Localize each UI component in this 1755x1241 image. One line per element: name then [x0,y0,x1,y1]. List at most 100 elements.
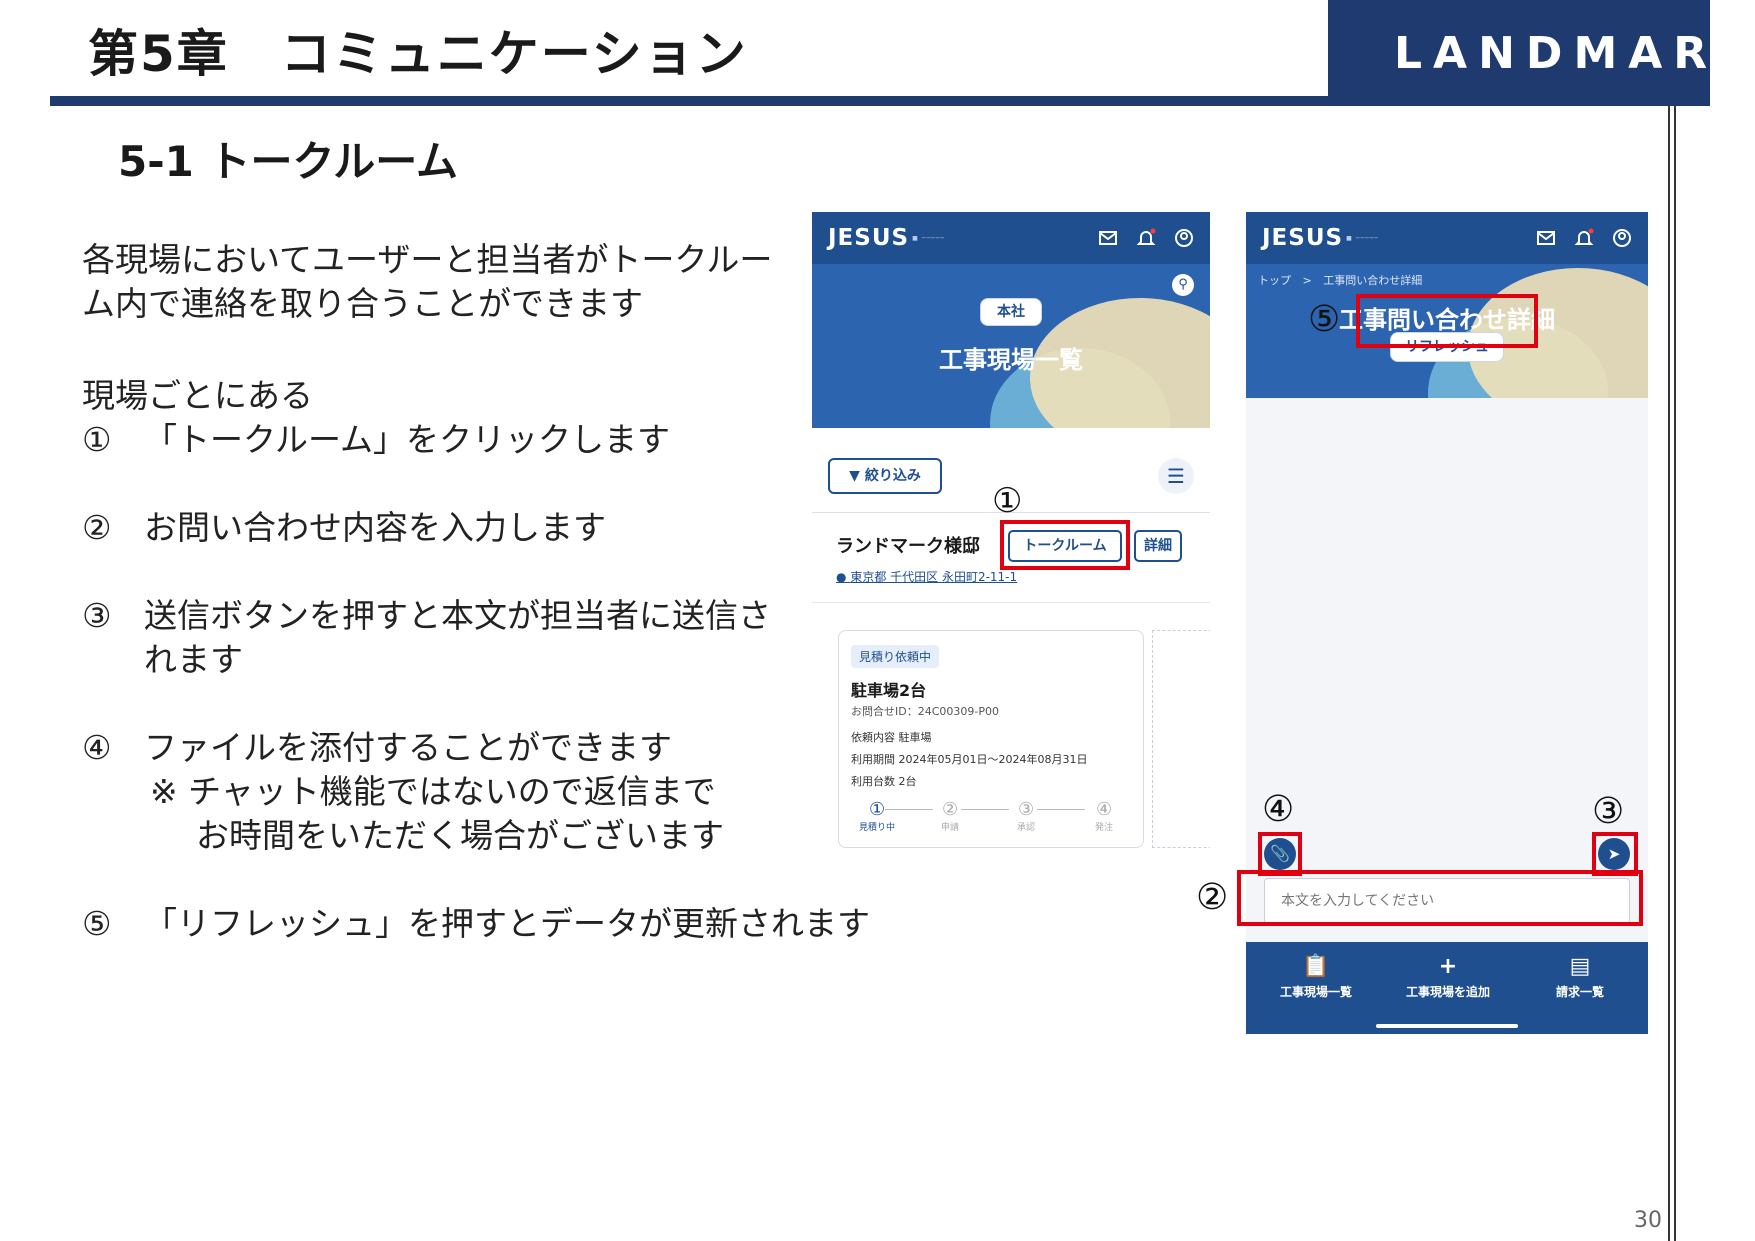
slide: 第5章 コミュニケーション LANDMARK 5-1 トークルーム 各現場におい… [0,0,1755,1241]
address-text: 東京都 千代田区 永田町2-11-1 [850,570,1018,584]
filter-label: 絞り込み [864,468,921,484]
detail-button[interactable]: 詳細 [1134,530,1182,562]
step-number: ① [868,799,886,820]
inquiry-id: お問合せID：24C00309-P00 [851,705,999,718]
screenshot-site-list: JESUS ■ ───── ⚲ 本社 工事現場一覧 ▼ 絞り込み ☰ ① ランドマ… [812,212,1210,862]
usage-period: 利用期間 2024年05月01日〜2024年08月31日 [851,753,1088,766]
step-label: 申請 [941,823,960,833]
breadcrumb-separator: > [1302,274,1312,287]
bell-icon[interactable] [1574,228,1594,248]
list-text-block: 送信ボタンを押すと本文が担当者に送信さ れます [144,594,771,682]
header-rule [50,96,1700,106]
callout-4: ④ [1262,789,1295,830]
app-icons [1536,228,1632,248]
site-name: ランドマーク様邸 [836,536,980,557]
list-text: 「トークルーム」をクリックします [144,420,671,459]
plus-icon: + [1438,954,1458,979]
step-number: ② [941,799,959,820]
app-bar: JESUS ■ ───── [1246,212,1648,264]
app-icons [1098,228,1194,248]
step-label: 承認 [1017,823,1036,833]
nav-label: 工事現場一覧 [1279,985,1352,999]
mail-icon[interactable] [1098,228,1118,248]
step-number: ④ [1095,799,1113,820]
step: ③ 承認 [1017,799,1035,833]
nav-item-add-site[interactable]: + 工事現場を追加 [1396,954,1500,1000]
breadcrumb-top[interactable]: トップ [1258,274,1291,287]
mail-icon[interactable] [1536,228,1556,248]
jesus-logo: JESUS ■ ───── [1262,225,1379,251]
home-indicator [1376,1024,1518,1028]
list-number: ③ [82,596,112,635]
app-bar: JESUS ■ ───── [812,212,1210,264]
list-number: ④ [82,728,112,767]
settings-icon[interactable]: ☰ [1158,458,1194,494]
breadcrumb-current: 工事問い合わせ詳細 [1323,274,1423,287]
intro-line-2: ム内で連絡を取り合うことができます [82,284,643,323]
step: ④ 発注 [1095,799,1113,833]
account-icon[interactable] [1174,228,1194,248]
list-item: ⑤ 「リフレッシュ」を押すとデータが更新されます [82,902,870,946]
clipboard-icon: 📋 [1302,954,1330,979]
nav-label: 請求一覧 [1555,985,1604,999]
highlight-refresh [1356,294,1538,348]
list-text-block: ファイルを添付することができます ※ チャット機能ではないので返信まで お時間を… [144,726,724,858]
chapter-title: 第5章 コミュニケーション [88,25,748,83]
bell-icon[interactable] [1136,228,1156,248]
highlight-talkroom [1000,520,1130,570]
step-label: 見積り中 [859,823,896,833]
page-title: 工事現場一覧 [939,346,1083,374]
list-text: 「リフレッシュ」を押すとデータが更新されます [144,904,870,943]
nav-label: 工事現場を追加 [1405,985,1490,999]
card-placeholder [1152,630,1210,848]
list-text: ファイルを添付することができます [144,728,672,767]
list-number: ⑤ [82,904,112,943]
step-number: ③ [1017,799,1035,820]
list-note-cont: お時間をいただく場合がございます [196,816,724,855]
search-icon[interactable]: ⚲ [1172,274,1194,296]
divider [812,602,1210,603]
step-label: 発注 [1095,823,1114,833]
brand-text: JESUS [828,225,910,251]
banner: ⚲ 本社 工事現場一覧 [812,264,1210,428]
list-text: 送信ボタンを押すと本文が担当者に送信さ [144,596,771,635]
list-item: ④ ファイルを添付することができます ※ チャット機能ではないので返信まで お時… [82,726,724,858]
address-link[interactable]: ● 東京都 千代田区 永田町2-11-1 [836,568,1017,585]
page-number: 30 [1634,1208,1662,1233]
account-icon[interactable] [1612,228,1632,248]
highlight-message-input [1237,870,1643,926]
list-note: ※ チャット機能ではないので返信まで [150,772,716,811]
right-rule [1668,106,1676,1241]
jesus-logo: JESUS ■ ───── [828,225,945,251]
intro-line-1: 各現場においてユーザーと担当者がトークルー [82,240,773,279]
company-pill[interactable]: 本社 [980,298,1042,326]
brand-text: JESUS [1262,225,1344,251]
usage-count: 利用台数 2台 [851,775,917,788]
filter-button[interactable]: ▼ 絞り込み [828,458,942,494]
card-title: 駐車場2台 [851,681,927,700]
list-text: お問い合わせ内容を入力します [144,508,606,547]
callout-2: ② [1196,877,1229,918]
landmark-logo: LANDMARK [1328,0,1752,106]
list-item: ① 「トークルーム」をクリックします [82,418,670,462]
step: ② 申請 [941,799,959,833]
filter-icon: ▼ [849,468,860,484]
nav-item-invoices[interactable]: ▤ 請求一覧 [1530,954,1630,1000]
map-pin-icon: ● [836,570,847,584]
progress-steps: ① 見積り中 ② 申請 ③ 承認 ④ 発注 [851,799,1137,839]
inquiry-card[interactable]: 見積り依頼中 駐車場2台 お問合せID：24C00309-P00 依頼内容 駐車… [838,630,1144,848]
callout-1: ① [992,481,1023,521]
nav-item-site-list[interactable]: 📋 工事現場一覧 [1266,954,1366,1000]
breadcrumb: トップ > 工事問い合わせ詳細 [1258,272,1422,288]
lead-text: 現場ごとにある [82,376,313,415]
bottom-nav: 📋 工事現場一覧 + 工事現場を追加 ▤ 請求一覧 [1246,942,1648,1034]
callout-3: ③ [1592,791,1625,832]
status-badge: 見積り依頼中 [851,645,940,668]
step: ① 見積り中 [859,799,895,833]
list-icon: ▤ [1569,954,1591,979]
callout-5: ⑤ [1308,299,1341,340]
logo-text: LANDMARK [1394,27,1755,79]
section-title: 5-1 トークルーム [118,137,458,186]
request-content: 依頼内容 駐車場 [851,731,932,744]
list-item: ③ 送信ボタンを押すと本文が担当者に送信さ れます [82,594,771,682]
